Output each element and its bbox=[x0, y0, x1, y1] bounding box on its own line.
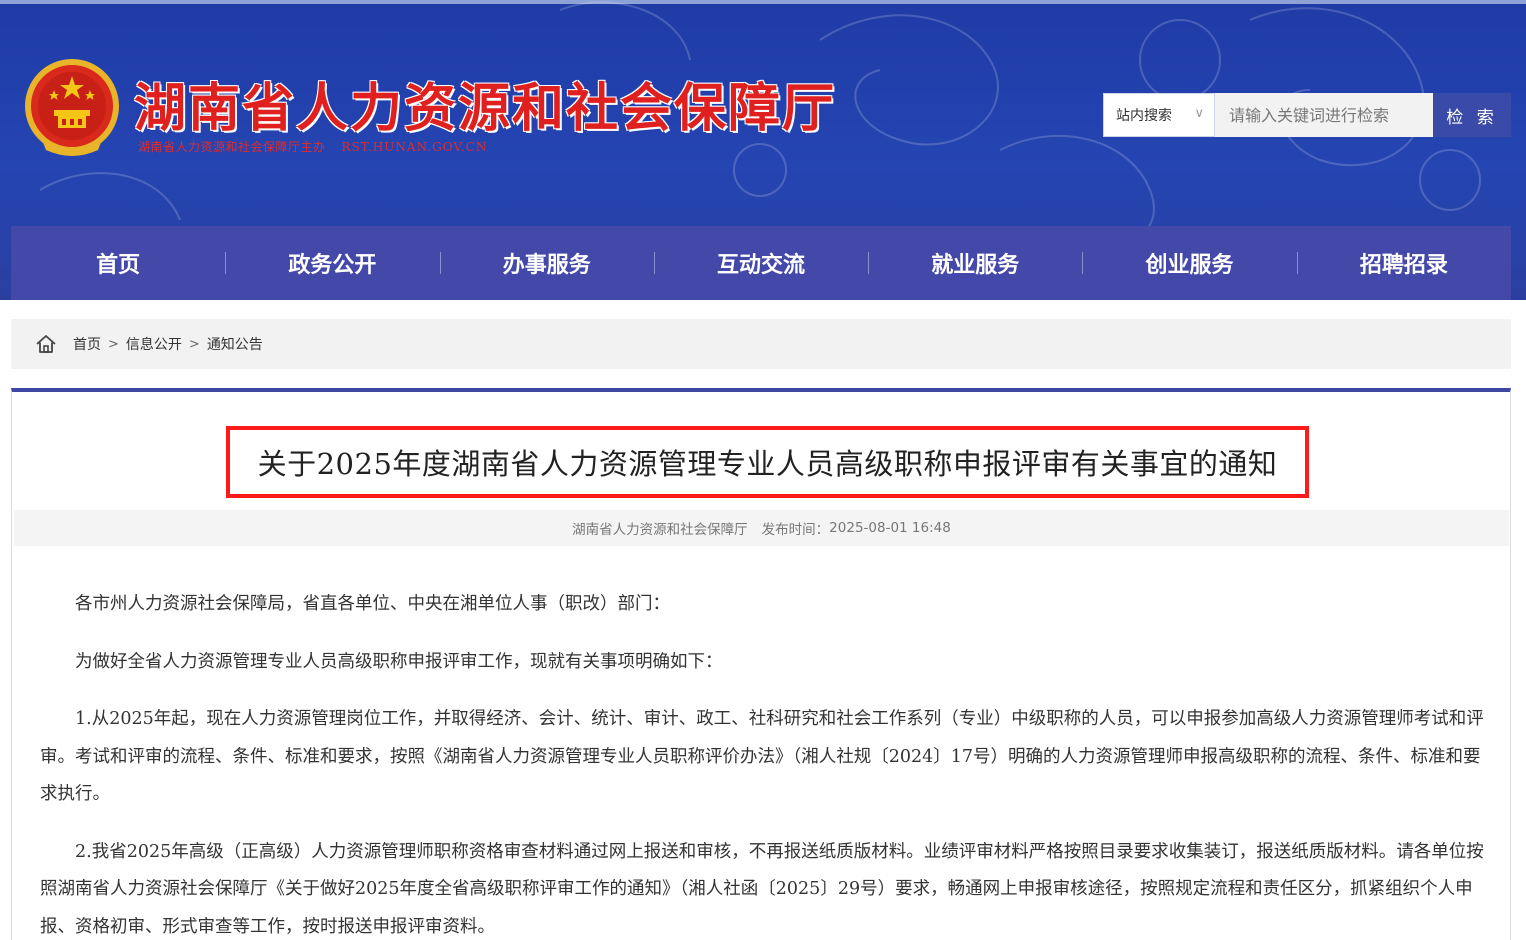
search-box: 站内搜索 ∨ 检 索 bbox=[1103, 93, 1511, 137]
nav-item-entrepreneurship[interactable]: 创业服务 bbox=[1082, 226, 1296, 300]
site-subtitle-text: 湖南省人力资源和社会保障厅主办 bbox=[138, 140, 326, 154]
search-button[interactable]: 检 索 bbox=[1433, 93, 1511, 137]
article-paragraph: 为做好全省人力资源管理专业人员高级职称申报评审工作，现就有关事项明确如下： bbox=[75, 651, 723, 672]
search-scope-select[interactable]: 站内搜索 ∨ bbox=[1103, 93, 1215, 137]
article-title: 关于2025年度湖南省人力资源管理专业人员高级职称申报评审有关事宜的通知 bbox=[257, 447, 1278, 481]
publish-time-label: 发布时间： bbox=[761, 522, 830, 538]
breadcrumb-info-public[interactable]: 信息公开 bbox=[126, 334, 182, 354]
search-input[interactable] bbox=[1215, 93, 1433, 137]
article-body: 各市州人力资源社会保障局，省直各单位、中央在湘单位人事（职改）部门： 为做好全省… bbox=[40, 586, 1484, 940]
nav-item-government-affairs[interactable]: 政务公开 bbox=[225, 226, 439, 300]
breadcrumb-home[interactable]: 首页 bbox=[73, 334, 101, 354]
nav-item-home[interactable]: 首页 bbox=[11, 226, 225, 300]
breadcrumb-separator: > bbox=[108, 336, 119, 352]
breadcrumb-separator: > bbox=[188, 336, 200, 352]
breadcrumb-notices[interactable]: 通知公告 bbox=[207, 334, 263, 354]
nav-item-recruitment[interactable]: 招聘招录 bbox=[1296, 226, 1511, 300]
breadcrumb: 首页 > 信息公开 > 通知公告 bbox=[11, 319, 1511, 369]
article-meta: 湖南省人力资源和社会保障厅 发布时间： 2025-08-01 16:48 bbox=[14, 510, 1509, 546]
article-paragraph: 2.我省2025年高级（正高级）人力资源管理师职称资格审查材料通过网上报送和审核… bbox=[40, 841, 1484, 937]
article-paragraph: 1.从2025年起，现在人力资源管理岗位工作，并取得经济、会计、统计、审计、政工… bbox=[40, 709, 1484, 804]
article-container: 关于2025年度湖南省人力资源管理专业人员高级职称申报评审有关事宜的通知 湖南省… bbox=[11, 388, 1511, 940]
site-subtitle: 湖南省人力资源和社会保障厅主办 RST.HUNAN.GOV.CN bbox=[138, 138, 487, 155]
chevron-down-icon: ∨ bbox=[1194, 106, 1204, 121]
nav-item-employment[interactable]: 就业服务 bbox=[868, 226, 1082, 300]
article-title-highlight: 关于2025年度湖南省人力资源管理专业人员高级职称申报评审有关事宜的通知 bbox=[226, 426, 1309, 498]
article-publisher: 湖南省人力资源和社会保障厅 bbox=[572, 522, 748, 538]
search-scope-label: 站内搜索 bbox=[1116, 108, 1172, 124]
site-domain: RST.HUNAN.GOV.CN bbox=[341, 140, 488, 154]
nav-item-services[interactable]: 办事服务 bbox=[439, 226, 654, 300]
publish-time: 2025-08-01 16:48 bbox=[829, 520, 951, 536]
main-nav: 首页 政务公开 办事服务 互动交流 就业服务 创业服务 招聘招录 bbox=[11, 226, 1511, 300]
article-paragraph: 各市州人力资源社会保障局，省直各单位、中央在湘单位人事（职改）部门： bbox=[75, 594, 670, 614]
home-icon[interactable] bbox=[35, 334, 57, 354]
national-emblem-icon bbox=[25, 59, 119, 156]
nav-item-interaction[interactable]: 互动交流 bbox=[653, 226, 868, 300]
site-title: 湖南省人力资源和社会保障厅 bbox=[134, 79, 837, 139]
